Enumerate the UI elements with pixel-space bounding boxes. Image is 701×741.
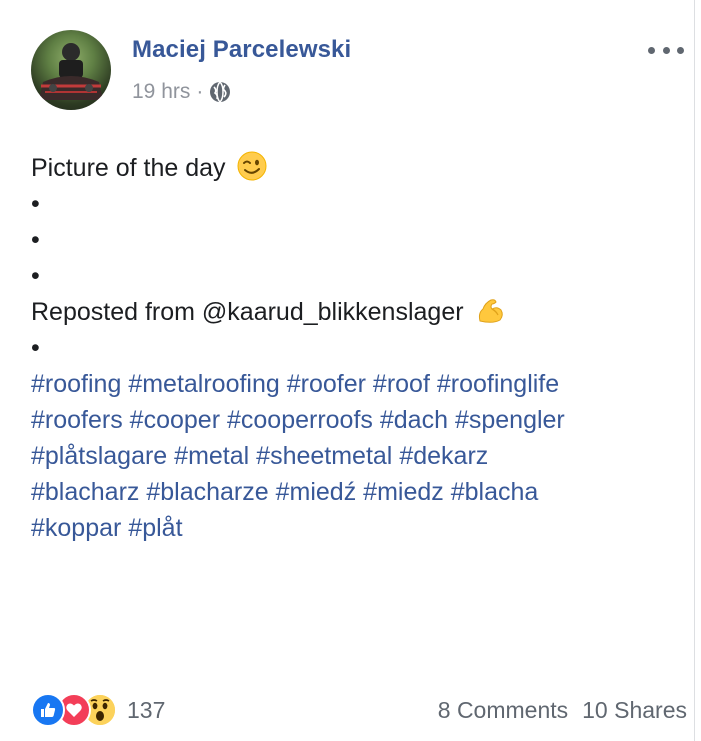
wink-emoji [237,151,267,181]
hashtag-link[interactable]: #roofers [31,406,123,434]
like-reaction-icon [31,693,65,727]
avatar[interactable] [31,30,111,110]
hashtag-link[interactable]: #plåtslagare [31,442,167,470]
hashtag-block: #roofing #metalroofing #roofer #roof #ro… [31,366,681,546]
avatar-photo [39,43,103,100]
globe-icon[interactable] [209,81,231,103]
hashtag-link[interactable]: #sheetmetal [256,442,392,470]
hashtag-link[interactable]: #roof [373,370,430,398]
hashtag-link[interactable]: #blacharze [146,478,268,506]
hashtag-link[interactable]: #roofing [31,370,121,398]
hashtag-link[interactable]: #cooper [130,406,220,434]
hashtag-link[interactable]: #spengler [455,406,565,434]
reactions-summary[interactable] [31,693,117,727]
shares-link[interactable]: 10 Shares [582,697,687,724]
post-time[interactable]: 19 hrs [132,80,190,104]
hashtag-link[interactable]: #metal [174,442,249,470]
meta-separator: · [196,80,204,103]
hashtag-link[interactable]: #blacha [451,478,539,506]
post-card: Maciej Parcelewski 19 hrs · Picture of t… [0,0,695,741]
hashtag-link[interactable]: #blacharz [31,478,139,506]
text-line: • [31,226,40,254]
text-line-content: Reposted from @kaarud_blikkenslager [31,298,464,326]
post-meta: 19 hrs · [132,80,231,104]
hashtag-line: #plåtslagare #metal #sheetmetal #dekarz [31,438,681,474]
hashtag-link[interactable]: #miedź [276,478,357,506]
hashtag-link[interactable]: #dekarz [399,442,488,470]
hashtag-link[interactable]: #plåt [128,514,182,542]
hashtag-link[interactable]: #dach [380,406,448,434]
post-footer: 137 8 Comments 10 Shares [31,690,687,730]
text-line: • [31,190,40,218]
post-text: Picture of the day • • • Reposted from @… [31,150,681,546]
hashtag-line: #blacharz #blacharze #miedź #miedz #blac… [31,474,681,510]
hashtag-line: #roofers #cooper #cooperroofs #dach #spe… [31,402,681,438]
text-line-content: Picture of the day [31,154,226,182]
comments-link[interactable]: 8 Comments [438,697,568,724]
text-line: Picture of the day [31,150,681,186]
author-name[interactable]: Maciej Parcelewski [132,36,351,64]
text-line: Reposted from @kaarud_blikkenslager [31,294,681,330]
text-line: • [31,262,40,290]
hashtag-link[interactable]: #koppar [31,514,121,542]
hashtag-link[interactable]: #cooperroofs [227,406,373,434]
reaction-count[interactable]: 137 [127,697,165,724]
hashtag-link[interactable]: #metalroofing [128,370,279,398]
hashtag-line: #roofing #metalroofing #roofer #roof #ro… [31,366,681,402]
hashtag-line: #koppar #plåt [31,510,681,546]
hashtag-link[interactable]: #roofinglife [437,370,559,398]
text-line: • [31,334,40,362]
hashtag-link[interactable]: #miedz [363,478,444,506]
ellipsis-icon[interactable] [648,38,684,62]
hashtag-link[interactable]: #roofer [287,370,366,398]
flexed-biceps-emoji [475,295,505,325]
